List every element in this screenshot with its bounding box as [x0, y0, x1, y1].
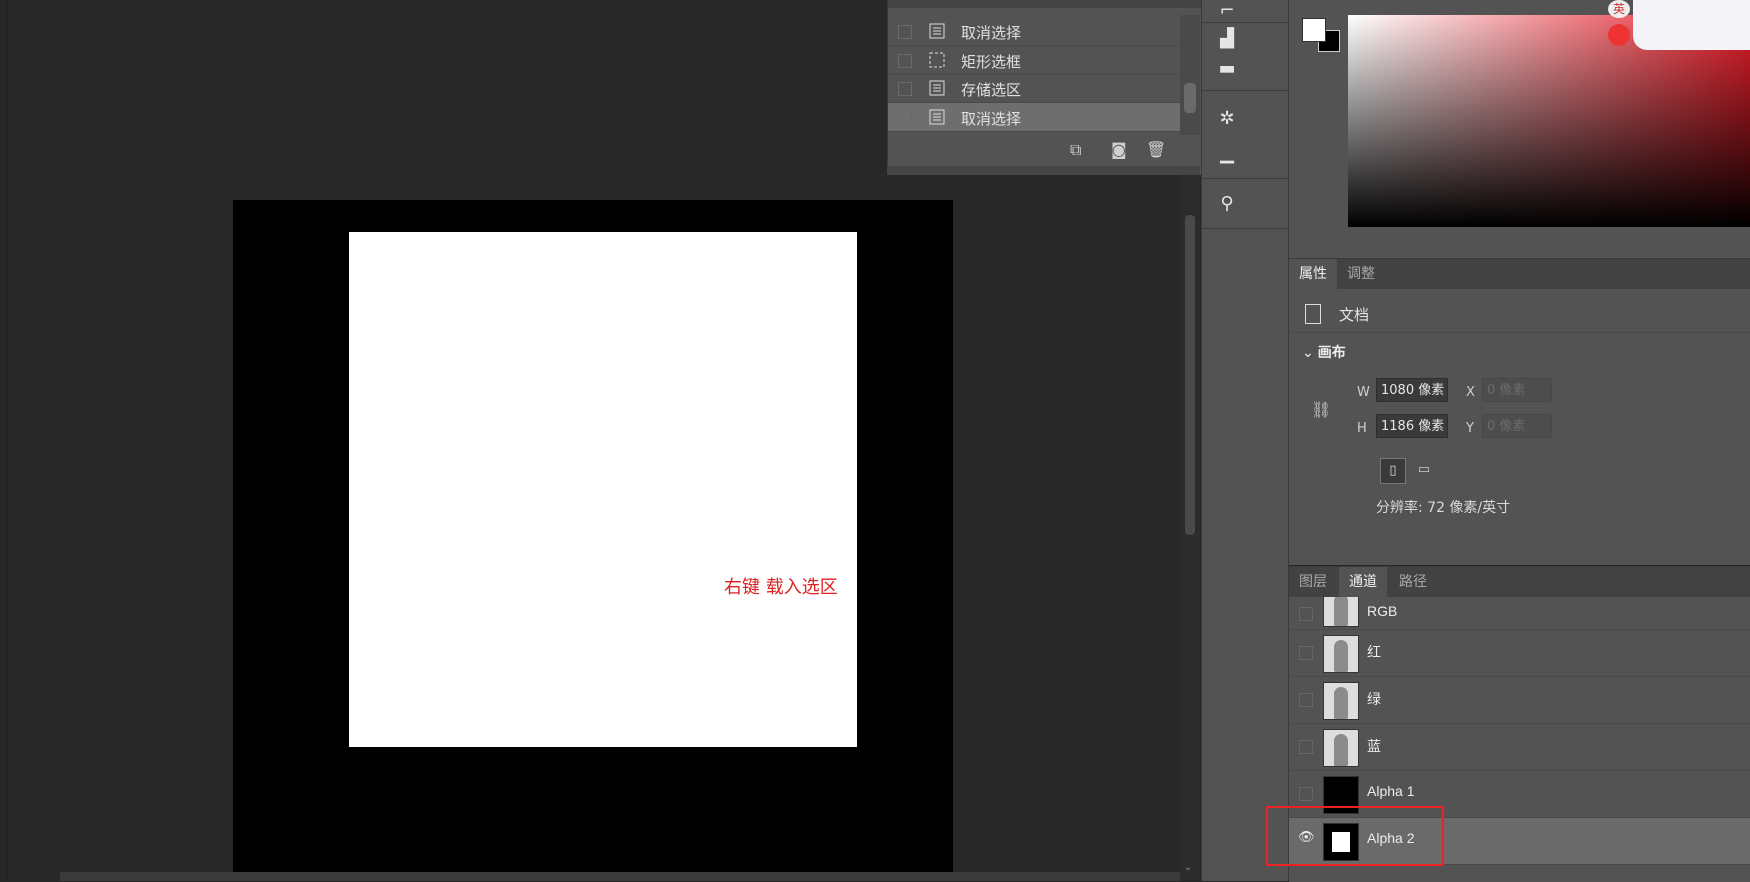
height-label: H [1357, 421, 1367, 436]
channel-label: RGB [1367, 603, 1398, 619]
channel-thumbnail [1323, 682, 1359, 720]
history-item-selected[interactable]: 取消选择 [888, 103, 1181, 132]
document-icon [929, 109, 945, 125]
channel-row-blue[interactable]: 蓝 [1289, 724, 1750, 771]
portrait-orientation-icon[interactable]: ▯ [1380, 458, 1406, 484]
tool-presets-icon[interactable]: ⚲ [1214, 193, 1240, 215]
history-item-label: 矩形选框 [961, 53, 1022, 71]
camera-icon[interactable]: ◙ [1111, 140, 1127, 159]
selection-fill-white [349, 232, 857, 747]
clone-source-icon[interactable]: ▟ [1214, 28, 1240, 50]
history-toolbar: ⧉ ◙ 🗑 [887, 132, 1200, 166]
channel-thumbnail [1323, 635, 1359, 673]
annotation-text: 右键 载入选区 [724, 577, 838, 598]
history-snapshot-checkbox[interactable] [898, 25, 912, 39]
landscape-orientation-icon[interactable]: ▭ [1412, 458, 1436, 482]
status-bar [60, 872, 1180, 881]
history-item-label: 存储选区 [961, 81, 1022, 99]
resolution-text: 分辨率: 72 像素/英寸 [1376, 500, 1511, 516]
document-label: 文档 [1339, 306, 1370, 324]
scroll-thumb[interactable] [1185, 215, 1195, 535]
channel-visibility-toggle[interactable] [1299, 787, 1313, 801]
x-label: X [1466, 385, 1475, 400]
channel-label: 红 [1367, 644, 1381, 660]
channels-footer [1289, 870, 1750, 881]
separator [1202, 22, 1288, 23]
history-item-label: 取消选择 [961, 24, 1022, 42]
link-constrain-icon[interactable]: ⛓ [1311, 400, 1331, 419]
tab-adjustments[interactable]: 调整 [1337, 259, 1385, 289]
channel-visibility-toggle[interactable] [1299, 646, 1313, 660]
height-field[interactable]: 1186 像素 [1376, 414, 1448, 438]
comment-icon[interactable]: ▬ [1214, 58, 1240, 80]
channel-visibility-toggle[interactable] [1299, 740, 1313, 754]
properties-tabbar: 属性 调整 [1289, 259, 1750, 289]
history-panel-header [888, 0, 1201, 8]
canvas-vertical-scrollbar[interactable]: ⌄ [1180, 175, 1200, 881]
trash-icon[interactable]: 🗑 [1146, 140, 1166, 159]
panel-icon-strip: ⌐ ▟ ▬ ✲ ▁ ⚲ [1201, 0, 1289, 881]
history-scrollbar[interactable] [1180, 15, 1200, 135]
channel-label: 绿 [1367, 691, 1381, 707]
channel-row-rgb[interactable]: RGB [1289, 597, 1750, 630]
document-type-row: 文档 [1289, 296, 1750, 333]
channel-thumbnail [1323, 729, 1359, 767]
channel-label: 蓝 [1367, 738, 1381, 754]
separator [1202, 228, 1288, 229]
channel-visibility-toggle[interactable] [1299, 693, 1313, 707]
history-item[interactable]: 取消选择 [888, 17, 1181, 46]
panel-divider [6, 0, 7, 881]
chevron-down-icon[interactable]: ⌄ [1302, 345, 1314, 361]
histogram-icon[interactable]: ▁ [1214, 143, 1240, 165]
channel-label: Alpha 1 [1367, 783, 1415, 799]
channel-visibility-toggle[interactable] [1299, 607, 1313, 621]
marquee-icon [929, 52, 945, 68]
canvas-section-header[interactable]: ⌄ 画布 [1302, 342, 1346, 362]
y-label: Y [1466, 421, 1474, 436]
width-field[interactable]: 1080 像素 [1376, 378, 1448, 402]
ime-badge: 英 [1608, 0, 1630, 18]
tab-paths[interactable]: 路径 [1389, 567, 1437, 597]
ime-logo-icon [1608, 24, 1630, 46]
panel-resize-handle[interactable] [887, 166, 1200, 175]
separator [1202, 90, 1288, 91]
document-icon [929, 80, 945, 96]
foreground-color-swatch[interactable] [1302, 18, 1326, 42]
separator [1202, 178, 1288, 179]
navigator-icon[interactable]: ✲ [1214, 108, 1240, 130]
history-snapshot-checkbox[interactable] [898, 111, 912, 125]
history-snapshot-checkbox[interactable] [898, 82, 912, 96]
tab-channels[interactable]: 通道 [1339, 567, 1387, 597]
history-item[interactable]: 存储选区 [888, 74, 1181, 103]
history-item[interactable]: 矩形选框 [888, 46, 1181, 75]
brush-settings-icon[interactable]: ⌐ [1214, 0, 1240, 22]
y-field: 0 像素 [1482, 414, 1552, 438]
tab-layers[interactable]: 图层 [1289, 567, 1337, 597]
annotation-highlight-box [1266, 806, 1444, 866]
ime-sticker-overlay: 英 [1608, 0, 1750, 50]
channel-row-green[interactable]: 绿 [1289, 677, 1750, 724]
x-field: 0 像素 [1482, 378, 1552, 402]
canvas-section-title: 画布 [1317, 345, 1346, 361]
scroll-thumb[interactable] [1184, 83, 1196, 113]
history-snapshot-checkbox[interactable] [898, 54, 912, 68]
new-snapshot-icon[interactable]: ⧉ [1070, 140, 1081, 160]
scroll-down-arrow-icon[interactable]: ⌄ [1184, 862, 1192, 873]
history-item-label: 取消选择 [961, 110, 1022, 128]
document-icon [1305, 304, 1321, 324]
channel-row-red[interactable]: 红 [1289, 630, 1750, 677]
tab-properties[interactable]: 属性 [1289, 259, 1337, 289]
channels-tabbar: 图层 通道 路径 [1289, 567, 1750, 597]
channel-thumbnail [1323, 597, 1359, 627]
width-label: W [1357, 385, 1370, 400]
document-icon [929, 23, 945, 39]
